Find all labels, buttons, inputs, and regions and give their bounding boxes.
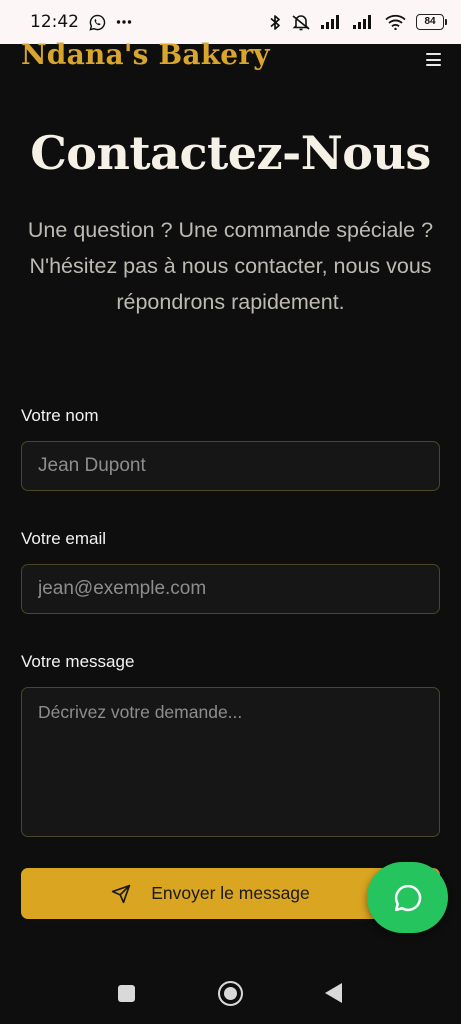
whatsapp-icon: [394, 884, 421, 911]
name-label: Votre nom: [21, 406, 99, 425]
whatsapp-chat-button[interactable]: [367, 862, 448, 933]
back-icon[interactable]: [325, 983, 342, 1003]
message-textarea[interactable]: [21, 687, 440, 837]
email-input[interactable]: [21, 564, 440, 614]
bluetooth-icon: [270, 14, 280, 30]
status-right: 84: [270, 14, 447, 31]
message-label: Votre message: [21, 652, 135, 671]
signal-icon: [353, 15, 371, 29]
status-left: 12:42: [30, 12, 132, 32]
wifi-icon: [385, 14, 406, 30]
name-input[interactable]: [21, 441, 440, 491]
brand-logo[interactable]: Ndana's Bakery: [21, 38, 270, 71]
recents-icon[interactable]: [118, 985, 135, 1002]
hamburger-menu-icon[interactable]: [426, 53, 441, 66]
home-icon[interactable]: [218, 981, 243, 1006]
whatsapp-icon: [89, 14, 106, 31]
page-subtitle: Une question ? Une commande spéciale ? N…: [27, 218, 434, 314]
status-time: 12:42: [30, 12, 79, 32]
battery-level: 84: [416, 14, 444, 30]
page-title: Contactez-Nous: [30, 126, 431, 180]
send-icon: [112, 884, 131, 903]
system-nav-bar: [0, 958, 461, 1024]
signal-icon: [321, 15, 339, 29]
send-message-label: Envoyer le message: [151, 883, 310, 903]
battery-icon: 84: [416, 14, 447, 30]
more-dots-icon: [116, 20, 132, 24]
vibrate-off-icon: [292, 14, 310, 30]
email-label: Votre email: [21, 529, 107, 548]
site-header: Ndana's Bakery: [0, 38, 461, 78]
